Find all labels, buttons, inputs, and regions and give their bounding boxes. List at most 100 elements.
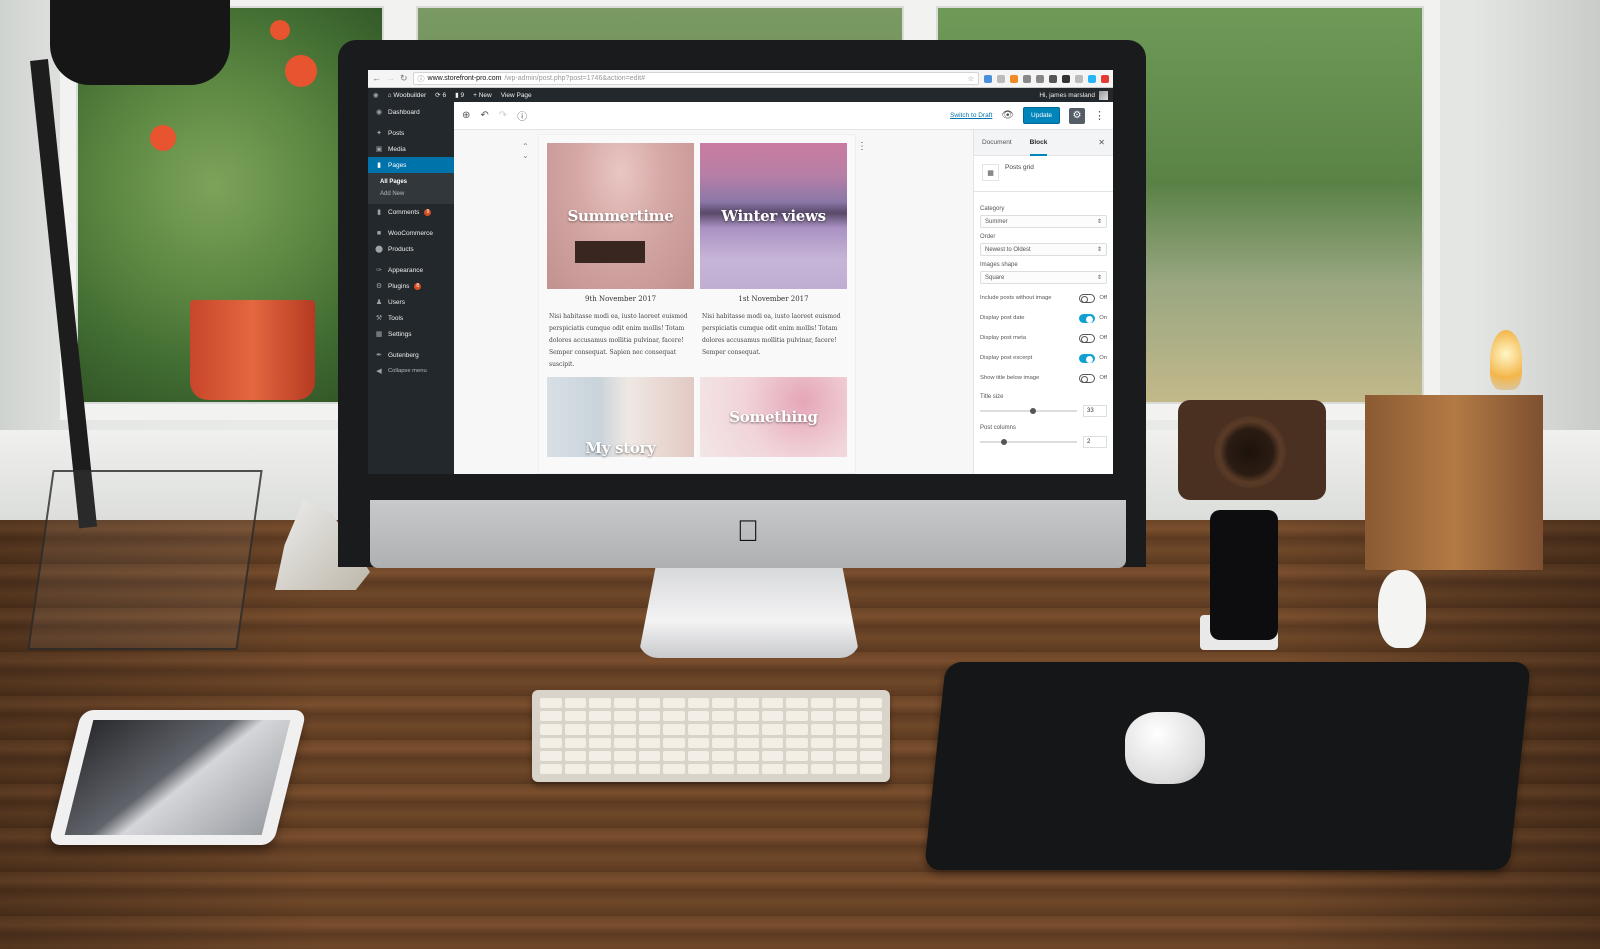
avatar[interactable]	[1099, 90, 1108, 100]
more-options-icon[interactable]: ⋮	[1094, 109, 1105, 122]
submenu-all-pages[interactable]: All Pages	[368, 176, 454, 188]
smartphone	[1210, 510, 1278, 640]
toggle-switch[interactable]	[1079, 353, 1096, 363]
keyboard-key	[860, 737, 882, 748]
move-down-icon[interactable]: ⌄	[522, 151, 529, 160]
sidebar-item-users[interactable]: ♟ Users	[368, 294, 454, 310]
comments-link[interactable]: ▮ 9	[455, 91, 464, 99]
title-size-input[interactable]: 33	[1083, 405, 1107, 417]
submenu-add-new[interactable]: Add New	[368, 188, 454, 200]
wrench-icon: ⚒	[375, 315, 383, 322]
reload-icon[interactable]: ↻	[400, 74, 408, 83]
address-bar[interactable]: ⓘ www.storefront-pro.com/wp-admin/post.p…	[412, 72, 979, 85]
toggle-row: Display post meta Off	[980, 328, 1107, 348]
tab-document[interactable]: Document	[982, 130, 1012, 156]
category-select[interactable]: Summer ⇕	[980, 215, 1107, 228]
keyboard-key	[712, 737, 735, 748]
post-card[interactable]: Summertime 9th November 2017 Nisi habita…	[547, 143, 694, 371]
post-card[interactable]: Something	[700, 377, 847, 457]
post-thumbnail[interactable]: Something	[700, 377, 847, 457]
sidebar-item-products[interactable]: ⬤ Products	[368, 241, 454, 257]
post-columns-input[interactable]: 2	[1083, 436, 1107, 448]
post-card[interactable]: Winter views 1st November 2017 Nisi habi…	[700, 143, 847, 371]
post-card[interactable]: My story	[547, 377, 694, 457]
extension-icon[interactable]	[1062, 74, 1070, 83]
sidebar-item-tools[interactable]: ⚒ Tools	[368, 310, 454, 326]
extension-icon[interactable]	[1088, 74, 1096, 83]
sidebar-item-plugins[interactable]: ⚙ Plugins 8	[368, 278, 454, 294]
extension-icon[interactable]	[1010, 74, 1018, 83]
tab-block[interactable]: Block	[1029, 130, 1048, 156]
keyboard-key	[811, 724, 833, 735]
new-content-link[interactable]: + New	[473, 92, 492, 99]
keyboard-key	[663, 711, 685, 722]
post-columns-slider[interactable]	[980, 439, 1077, 445]
close-icon[interactable]: ✕	[1098, 138, 1105, 147]
title-size-slider[interactable]	[980, 408, 1077, 414]
extension-icon[interactable]	[1036, 74, 1044, 83]
keyboard-key	[564, 763, 587, 774]
sidebar-item-posts[interactable]: ✦ Posts	[368, 125, 454, 141]
user-greeting[interactable]: Hi, james marsland	[1039, 92, 1095, 99]
sidebar-item-woocommerce[interactable]: ■ WooCommerce	[368, 225, 454, 241]
keyboard-key	[638, 750, 661, 761]
sidebar-item-dashboard[interactable]: ◉ Dashboard	[368, 104, 454, 120]
slider-handle[interactable]	[1030, 408, 1037, 414]
sidebar-item-label: Appearance	[388, 266, 424, 274]
view-page-link[interactable]: View Page	[501, 92, 532, 99]
settings-gear-button[interactable]: ⚙	[1069, 107, 1085, 124]
sidebar-item-media[interactable]: ▣ Media	[368, 141, 454, 157]
extension-icon[interactable]	[997, 74, 1005, 83]
post-thumbnail[interactable]: Winter views	[700, 143, 847, 289]
redo-icon[interactable]: ↷	[499, 110, 507, 121]
site-name-link[interactable]: ⌂ Woobuilder	[388, 92, 427, 99]
keyboard-key	[860, 698, 882, 709]
toggle-switch[interactable]	[1079, 313, 1096, 323]
images-shape-label: Images shape	[980, 262, 1018, 268]
post-thumbnail[interactable]: Summertime	[547, 143, 694, 289]
preview-eye-icon[interactable]: 👁	[1001, 110, 1014, 121]
keyboard-key	[712, 763, 735, 774]
wordpress-logo-icon[interactable]: ◉	[373, 91, 379, 99]
extension-icon[interactable]	[1023, 74, 1031, 83]
sidebar-item-gutenberg[interactable]: ✒ Gutenberg	[368, 347, 454, 363]
toggle-state: Off	[1099, 335, 1107, 341]
slider-handle[interactable]	[1001, 439, 1008, 445]
sidebar-item-settings[interactable]: ▦ Settings	[368, 326, 454, 342]
toggle-switch[interactable]	[1079, 333, 1096, 343]
sidebar-item-pages[interactable]: ▮ Pages	[368, 157, 454, 173]
bookmark-star-icon[interactable]: ☆	[968, 75, 974, 83]
extension-icon[interactable]	[984, 74, 992, 83]
toggle-switch[interactable]	[1079, 293, 1096, 303]
keyboard-key	[687, 724, 710, 735]
extension-icon[interactable]	[1101, 74, 1109, 83]
post-thumbnail[interactable]: My story	[547, 377, 694, 457]
keyboard-key	[564, 698, 587, 709]
extension-icon[interactable]	[1075, 74, 1083, 83]
keyboard-key	[761, 763, 784, 774]
images-shape-select[interactable]: Square ⇕	[980, 271, 1107, 284]
keyboard-key	[761, 737, 784, 748]
updates-link[interactable]: ⟳ 6	[435, 91, 446, 99]
info-icon[interactable]: ⓘ	[517, 108, 527, 123]
back-icon[interactable]: ←	[372, 74, 381, 83]
update-button[interactable]: Update	[1023, 107, 1060, 124]
gear-icon: ⚙	[1072, 110, 1082, 121]
sidebar-item-comments[interactable]: ▮ Comments 9	[368, 204, 454, 220]
posts-grid-block[interactable]: ⋮ Summertime 9th November 2017 Nisi habi…	[538, 134, 867, 474]
switch-to-draft-link[interactable]: Switch to Draft	[950, 112, 992, 119]
new-label: New	[478, 91, 492, 99]
add-block-icon[interactable]: ⊕	[462, 110, 470, 121]
sidebar-item-collapse-menu[interactable]: ◀ Collapse menu	[368, 363, 454, 379]
sidebar-item-appearance[interactable]: ✑ Appearance	[368, 262, 454, 278]
keyboard-key	[589, 763, 611, 774]
block-mover: ⌃ ⌄	[522, 142, 529, 160]
extension-icon[interactable]	[1049, 74, 1057, 83]
block-more-icon[interactable]: ⋮	[857, 141, 867, 152]
move-up-icon[interactable]: ⌃	[522, 142, 529, 151]
order-select[interactable]: Newest to Oldest ⇕	[980, 243, 1107, 256]
keyboard-key	[786, 737, 809, 748]
toggle-switch[interactable]	[1079, 373, 1096, 383]
forward-icon[interactable]: →	[386, 74, 395, 83]
undo-icon[interactable]: ↶	[480, 110, 488, 121]
